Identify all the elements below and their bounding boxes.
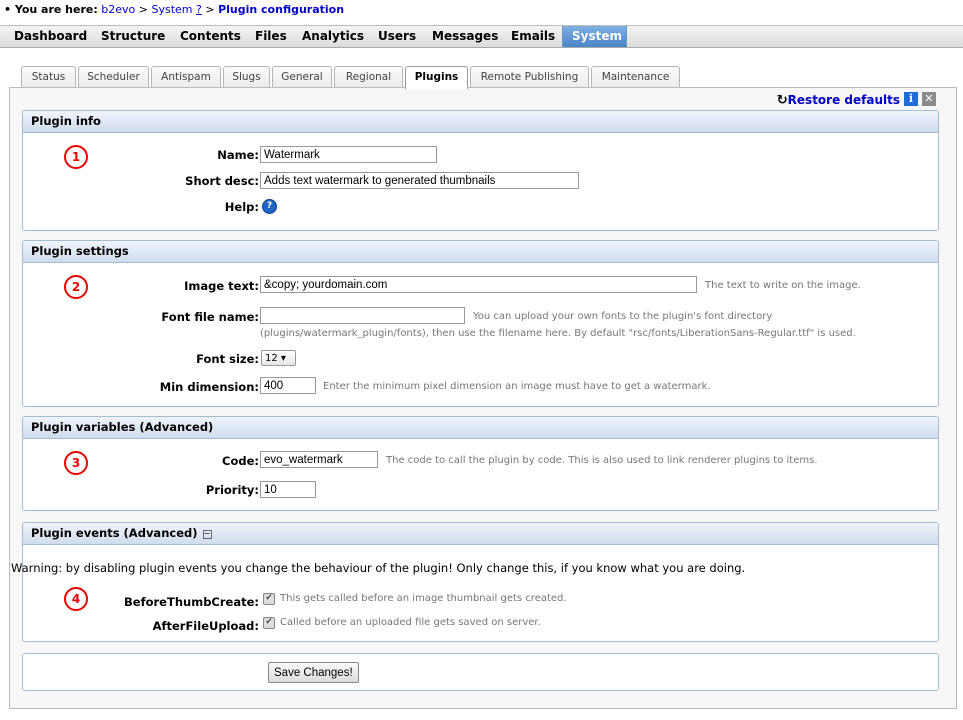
tab-maintenance[interactable]: Maintenance [591,66,680,87]
menu-dashboard[interactable]: Dashboard [8,26,93,47]
menu-system[interactable]: System [562,26,627,47]
marker-4: 4 [64,587,88,611]
font-size-select[interactable]: 12 ▾ [261,350,296,366]
events-warning: Warning: by disabling plugin events you … [11,561,746,575]
save-changes-button[interactable]: Save Changes! [268,662,359,683]
plugin-variables-title: Plugin variables (Advanced) [23,417,938,439]
menu-messages[interactable]: Messages [426,26,504,47]
tab-remote-publishing[interactable]: Remote Publishing [470,66,589,87]
tab-general[interactable]: General [272,66,332,87]
tab-scheduler[interactable]: Scheduler [78,66,149,87]
breadcrumb-system[interactable]: System [151,3,192,16]
tab-slugs[interactable]: Slugs [223,66,270,87]
font-file-note-2: (plugins/watermark_plugin/fonts), then u… [260,328,856,339]
font-size-label: Font size: [196,352,259,366]
priority-input[interactable]: 10 [260,481,316,498]
font-file-label: Font file name: [161,310,259,324]
font-file-input[interactable] [260,307,465,324]
marker-2: 2 [64,275,88,299]
plugin-events-title-text: Plugin events (Advanced) [31,526,198,540]
menu-files[interactable]: Files [249,26,293,47]
plugin-variables-fieldset: Plugin variables (Advanced) 3 Code: evo_… [22,416,939,511]
breadcrumb-current: Plugin configuration [218,3,345,16]
help-icon[interactable]: ? [262,199,277,214]
breadcrumb-separator: > [138,3,148,16]
tab-antispam[interactable]: Antispam [151,66,221,87]
min-dimension-label: Min dimension: [159,380,259,394]
image-text-input[interactable]: &copy; yourdomain.com [260,276,697,293]
refresh-icon: ↻ [776,93,788,108]
restore-defaults-label: Restore defaults [787,93,900,107]
font-file-note-1: You can upload your own fonts to the plu… [473,311,773,322]
tab-status[interactable]: Status [21,66,76,87]
info-icon[interactable]: i [904,92,918,106]
code-note: The code to call the plugin by code. Thi… [386,455,818,466]
event-note-before-thumb: This gets called before an image thumbna… [280,593,567,604]
short-desc-input[interactable]: Adds text watermark to generated thumbna… [260,172,579,189]
breadcrumb-prefix: • You are here: [4,3,98,16]
tab-plugins[interactable]: Plugins [405,66,468,89]
code-input[interactable]: evo_watermark [260,451,378,468]
help-label: Help: [224,200,259,214]
event-label-after-upload: AfterFileUpload: [152,619,259,633]
event-note-after-upload: Called before an uploaded file gets save… [280,617,541,628]
plugin-settings-title: Plugin settings [23,241,938,263]
short-desc-label: Short desc: [185,174,259,188]
menu-emails[interactable]: Emails [505,26,561,47]
save-fieldset: Save Changes! [22,653,939,691]
plugin-settings-fieldset: Plugin settings 2 Image text: &copy; you… [22,240,939,407]
marker-3: 3 [64,451,88,475]
min-dimension-note: Enter the minimum pixel dimension an ima… [323,381,711,392]
name-input[interactable]: Watermark [260,146,437,163]
breadcrumb-help-link[interactable]: ? [196,3,202,16]
min-dimension-input[interactable]: 400 [260,377,316,394]
restore-defaults-link[interactable]: ↻Restore defaults [777,93,900,108]
breadcrumb-separator: > [205,3,215,16]
priority-label: Priority: [205,483,259,497]
top-menu: Dashboard Structure Contents Files Analy… [0,25,963,48]
image-text-note: The text to write on the image. [705,280,861,291]
plugin-info-title: Plugin info [23,111,938,133]
plugin-events-fieldset: Plugin events (Advanced) − Warning: by di… [11,522,939,642]
event-label-before-thumb: BeforeThumbCreate: [124,595,259,609]
event-checkbox-before-thumb[interactable]: ✔ [263,593,275,605]
main-panel: ↻Restore defaults i ✕ Plugin info 1 Name… [9,87,957,709]
menu-analytics[interactable]: Analytics [296,26,370,47]
sub-tabs: Status Scheduler Antispam Slugs General … [0,66,963,89]
close-icon[interactable]: ✕ [922,92,936,106]
event-checkbox-after-upload[interactable]: ✔ [263,617,275,629]
name-label: Name: [217,148,259,162]
plugin-info-fieldset: Plugin info 1 Name: Watermark Short desc… [22,110,939,231]
code-label: Code: [222,454,259,468]
breadcrumb-b2evo[interactable]: b2evo [101,3,135,16]
menu-contents[interactable]: Contents [174,26,247,47]
marker-1: 1 [64,145,88,169]
tab-regional[interactable]: Regional [334,66,403,87]
breadcrumb: • You are here: b2evo > System ? > Plugi… [4,3,344,16]
menu-users[interactable]: Users [372,26,422,47]
menu-structure[interactable]: Structure [95,26,171,47]
collapse-icon[interactable]: − [202,530,212,539]
plugin-events-title: Plugin events (Advanced) − [23,523,938,545]
image-text-label: Image text: [184,279,259,293]
